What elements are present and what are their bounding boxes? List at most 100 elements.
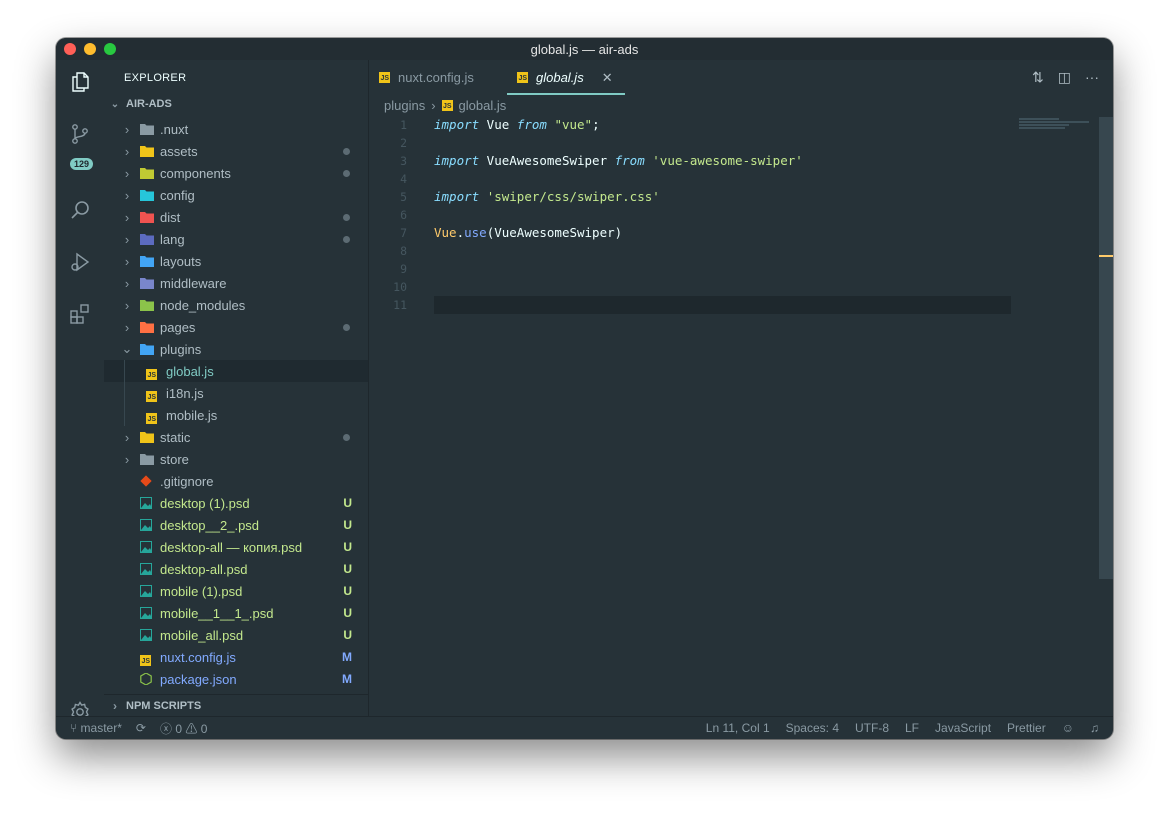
tree-item[interactable]: ⌄ plugins (104, 338, 368, 360)
tree-item-label: i18n.js (166, 385, 204, 401)
tree-item-label: desktop-all.psd (160, 561, 248, 577)
indentation[interactable]: Spaces: 4 (786, 721, 839, 735)
maximize-window-button[interactable] (104, 43, 116, 55)
line-source: Vue.use(VueAwesomeSwiper) (434, 224, 622, 242)
tree-item[interactable]: › .nuxt (104, 118, 368, 140)
tab-nuxt-config[interactable]: JS nuxt.config.js (379, 60, 507, 95)
cursor-ruler-mark (1099, 255, 1113, 257)
cursor-position[interactable]: Ln 11, Col 1 (706, 721, 770, 735)
chevron-right-icon: › (124, 121, 130, 137)
tree-item[interactable]: mobile__1__1_.psd U (104, 602, 368, 624)
chevron-right-icon: › (124, 231, 130, 247)
explorer-icon[interactable] (68, 70, 92, 94)
explorer-sidebar: EXPLORER ⌄ AIR-ADS › .nuxt › assets › compone… (104, 60, 369, 717)
run-debug-icon[interactable] (68, 250, 92, 274)
source-control-icon[interactable] (68, 122, 92, 146)
chevron-down-icon: ⌄ (110, 98, 120, 110)
folder-icon (140, 255, 154, 267)
breadcrumb-file[interactable]: global.js (459, 98, 507, 113)
tree-item-label: static (160, 429, 191, 445)
feedback-icon[interactable]: ☺ (1062, 721, 1074, 735)
git-status-badge: U (343, 496, 352, 510)
tree-item[interactable]: JS global.js (104, 360, 368, 382)
tree-item[interactable]: › static (104, 426, 368, 448)
tree-item[interactable]: desktop-all.psd U (104, 558, 368, 580)
search-icon[interactable] (68, 198, 92, 222)
tree-item[interactable]: › layouts (104, 250, 368, 272)
npm-scripts-section[interactable]: › NPM SCRIPTS (104, 694, 368, 717)
chevron-right-icon: › (124, 275, 130, 291)
project-name: AIR-ADS (126, 98, 172, 110)
code-line: 10 (369, 278, 1113, 296)
code-token: Vue (479, 117, 517, 132)
tab-global-js[interactable]: JS global.js ✕ (507, 60, 625, 95)
git-status-badge: M (342, 650, 352, 664)
language-mode[interactable]: JavaScript (935, 721, 991, 735)
tree-item[interactable]: JS nuxt.config.js M (104, 646, 368, 668)
folder-icon (140, 189, 154, 201)
line-number: 5 (400, 190, 407, 204)
tree-item[interactable]: › middleware (104, 272, 368, 294)
minimap[interactable] (1019, 117, 1099, 139)
tree-item[interactable]: › dist (104, 206, 368, 228)
tree-item[interactable]: mobile_all.psd U (104, 624, 368, 646)
code-line: 6 (369, 206, 1113, 224)
tree-item[interactable]: › assets (104, 140, 368, 162)
tree-item[interactable]: .gitignore (104, 470, 368, 492)
tree-item[interactable]: package.json M (104, 668, 368, 690)
code-line: 5 import 'swiper/css/swiper.css' (369, 188, 1113, 206)
line-source: import VueAwesomeSwiper from 'vue-awesom… (434, 152, 803, 170)
tree-item[interactable]: › node_modules (104, 294, 368, 316)
folder-icon (140, 343, 154, 355)
tree-item-label: config (160, 187, 195, 203)
git-status-badge: U (343, 540, 352, 554)
modified-dot (343, 434, 350, 441)
chevron-right-icon: › (124, 319, 130, 335)
nodejs-icon (140, 672, 154, 686)
formatter[interactable]: Prettier (1007, 721, 1046, 735)
code-token: Vue (434, 225, 457, 240)
vertical-scrollbar[interactable] (1099, 117, 1113, 579)
code-line: 11 (369, 296, 1113, 314)
npm-scripts-label: NPM SCRIPTS (126, 700, 202, 712)
compare-changes-icon[interactable]: ⇅ (1032, 69, 1044, 86)
tree-item[interactable]: › pages (104, 316, 368, 338)
tree-item[interactable]: desktop-all — копия.psd U (104, 536, 368, 558)
tree-item[interactable]: desktop (1).psd U (104, 492, 368, 514)
code-editor[interactable]: 1 import Vue from "vue"; 2 3 import VueAweso… (369, 116, 1113, 314)
breadcrumb-folder[interactable]: plugins (384, 98, 425, 113)
tree-item[interactable]: desktop__2_.psd U (104, 514, 368, 536)
code-token: use (464, 225, 487, 240)
problems-indicator[interactable]: ⓧ 0 ⚠ 0 (160, 720, 207, 737)
minimize-window-button[interactable] (84, 43, 96, 55)
code-token: ; (592, 117, 600, 132)
tree-item[interactable]: › components (104, 162, 368, 184)
extensions-icon[interactable] (68, 302, 92, 326)
project-header[interactable]: ⌄ AIR-ADS (108, 98, 172, 110)
tree-item[interactable]: › store (104, 448, 368, 470)
js-file-icon: JS (441, 100, 453, 111)
close-window-button[interactable] (64, 43, 76, 55)
more-actions-icon[interactable]: ··· (1085, 69, 1099, 86)
modified-dot (343, 214, 350, 221)
tree-item-label: store (160, 451, 189, 467)
tree-item[interactable]: › lang (104, 228, 368, 250)
encoding[interactable]: UTF-8 (855, 721, 889, 735)
line-number: 6 (400, 208, 407, 222)
active-tab-indicator (507, 93, 625, 95)
tree-item[interactable]: JS i18n.js (104, 382, 368, 404)
notifications-bell-icon[interactable]: ♫ (1090, 721, 1099, 735)
end-of-line[interactable]: LF (905, 721, 919, 735)
chevron-down-icon: ⌄ (121, 341, 133, 356)
tree-item-label: layouts (160, 253, 202, 269)
tree-item[interactable]: › config (104, 184, 368, 206)
git-branch[interactable]: ⑂ master* (70, 721, 122, 735)
tree-item-label: .gitignore (160, 473, 214, 489)
close-tab-icon[interactable]: ✕ (602, 70, 613, 86)
tree-item[interactable]: mobile (1).psd U (104, 580, 368, 602)
title-bar: global.js — air-ads (56, 38, 1113, 60)
code-token: from (614, 153, 645, 168)
sync-icon[interactable]: ⟳ (136, 721, 146, 735)
split-editor-icon[interactable]: ◫ (1058, 69, 1071, 86)
tree-item[interactable]: JS mobile.js (104, 404, 368, 426)
